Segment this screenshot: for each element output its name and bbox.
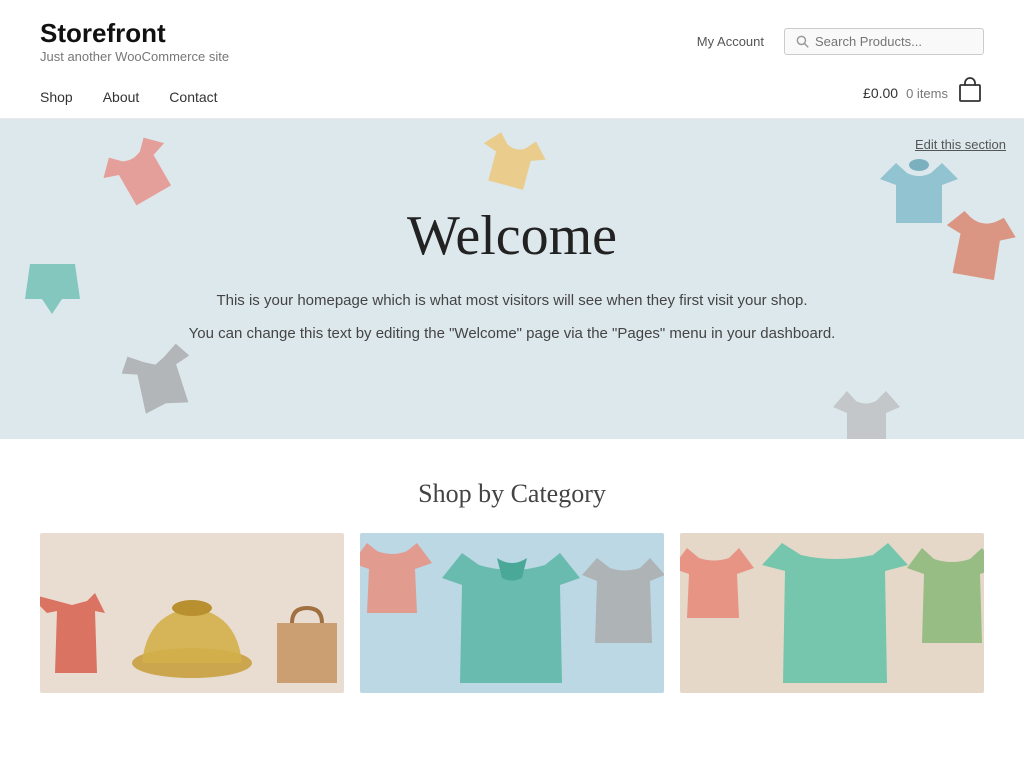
main-nav: Shop About Contact £0.00 0 items [40,74,984,118]
shop-section: Shop by Category [0,439,1024,713]
nav-links: Shop About Contact [40,79,218,115]
site-header: Storefront Just another WooCommerce site… [0,0,1024,119]
edit-section-button[interactable]: Edit this section [915,137,1006,152]
site-logo-subtitle: Just another WooCommerce site [40,49,229,64]
cart-icon[interactable] [956,76,984,110]
nav-shop[interactable]: Shop [40,79,73,115]
nav-contact[interactable]: Contact [169,79,217,115]
category-card-3[interactable] [680,533,984,693]
cart-total: £0.00 [863,85,898,101]
clothing-decoration-7 [937,194,1022,295]
nav-about[interactable]: About [103,79,140,115]
category-card-1[interactable] [40,533,344,693]
header-right: My Account [697,28,984,55]
search-box [784,28,984,55]
hero-banner: Edit this section [0,119,1024,439]
hero-title: Welcome [189,204,836,268]
hero-content: Welcome This is your homepage which is w… [169,164,856,395]
search-input[interactable] [815,34,973,49]
clothing-decoration-4 [20,259,85,329]
cart-area: £0.00 0 items [863,76,984,118]
header-top: Storefront Just another WooCommerce site… [40,18,984,64]
hero-text-2: You can change this text by editing the … [189,321,836,347]
search-icon [795,34,809,48]
cart-items-count: 0 items [906,86,948,101]
hero-text-1: This is your homepage which is what most… [189,288,836,314]
site-logo-title[interactable]: Storefront [40,18,229,49]
my-account-link[interactable]: My Account [697,34,764,49]
shop-section-title: Shop by Category [40,479,984,509]
logo-area: Storefront Just another WooCommerce site [40,18,229,64]
category-card-2[interactable] [360,533,664,693]
category-grid [40,533,984,693]
